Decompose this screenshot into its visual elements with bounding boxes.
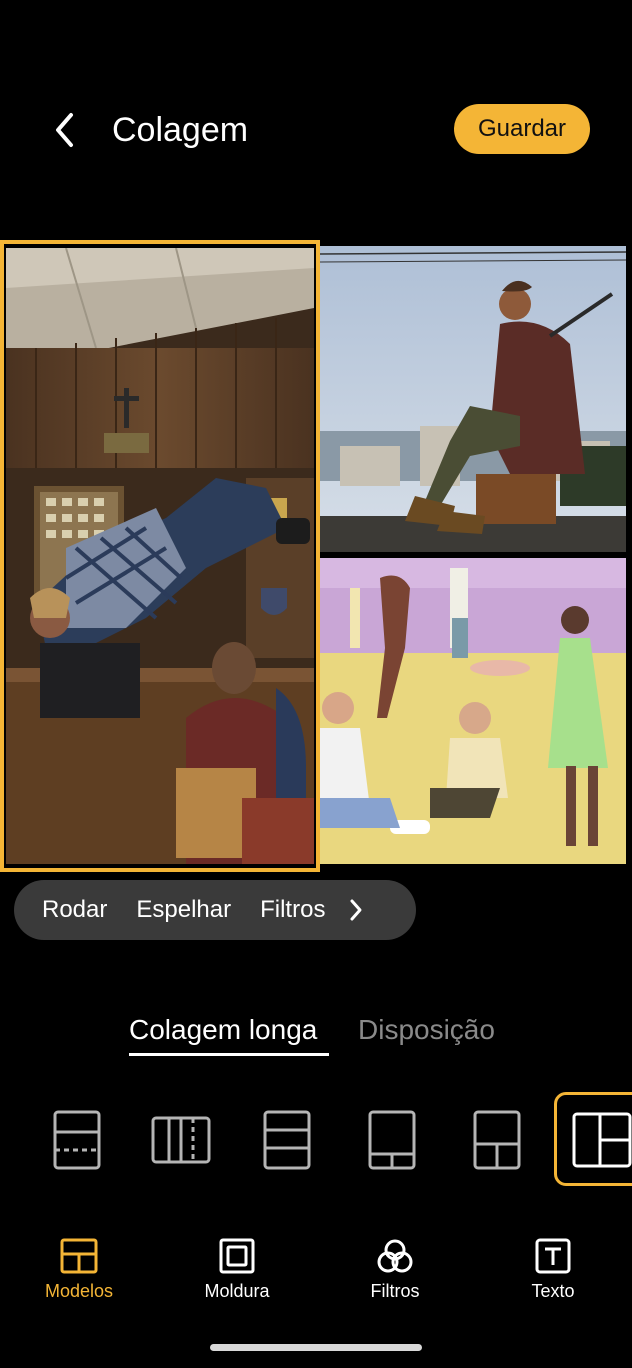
- template-option-3[interactable]: [247, 1100, 327, 1180]
- text-icon: [535, 1238, 571, 1274]
- collage-photo-left[interactable]: [6, 248, 314, 864]
- collage-photo-bottom-right[interactable]: [320, 558, 626, 864]
- nav-filters-label: Filtros: [370, 1281, 420, 1301]
- rotate-button[interactable]: Rodar: [42, 896, 107, 924]
- templates-icon: [60, 1238, 98, 1274]
- nav-frame[interactable]: Moldura: [177, 1238, 297, 1302]
- tab-long-collage[interactable]: Colagem longa: [129, 1010, 317, 1050]
- back-chevron-icon: [56, 113, 73, 147]
- template-option-6-selected[interactable]: [554, 1092, 632, 1186]
- mirror-button[interactable]: Espelhar: [136, 896, 231, 924]
- frame-icon: [219, 1238, 255, 1274]
- nav-frame-label: Moldura: [204, 1281, 270, 1301]
- collage-photo-top-right[interactable]: [320, 246, 626, 552]
- template-option-2[interactable]: [141, 1100, 221, 1180]
- nav-filters[interactable]: Filtros: [335, 1238, 455, 1302]
- nav-text[interactable]: Texto: [493, 1238, 613, 1302]
- template-rows-icon: [263, 1110, 311, 1170]
- tab-layout[interactable]: Disposição: [358, 1010, 495, 1050]
- template-stacked-dashed-icon: [53, 1110, 101, 1170]
- template-option-4[interactable]: [352, 1100, 432, 1180]
- template-columns-icon: [151, 1116, 211, 1164]
- template-top-bottom-split-icon: [473, 1110, 521, 1170]
- active-tab-indicator: [129, 1053, 329, 1056]
- page-title: Colagem: [112, 111, 249, 149]
- template-option-5[interactable]: [457, 1100, 537, 1180]
- filters-icon: [377, 1239, 413, 1273]
- save-button[interactable]: Guardar: [454, 104, 590, 154]
- photo-action-bar: Rodar Espelhar Filtros: [14, 880, 416, 940]
- chevron-right-icon: [350, 899, 362, 921]
- nav-templates-label: Modelos: [44, 1281, 114, 1301]
- filters-action-button[interactable]: Filtros: [260, 896, 325, 924]
- home-indicator[interactable]: [210, 1344, 422, 1351]
- back-button[interactable]: [42, 108, 86, 152]
- template-option-1[interactable]: [37, 1100, 117, 1180]
- nav-templates[interactable]: Modelos: [19, 1238, 139, 1302]
- more-actions-button[interactable]: [348, 897, 364, 923]
- nav-text-label: Texto: [531, 1281, 575, 1301]
- template-left-column-split-icon: [572, 1112, 632, 1168]
- template-two-rows-icon: [368, 1110, 416, 1170]
